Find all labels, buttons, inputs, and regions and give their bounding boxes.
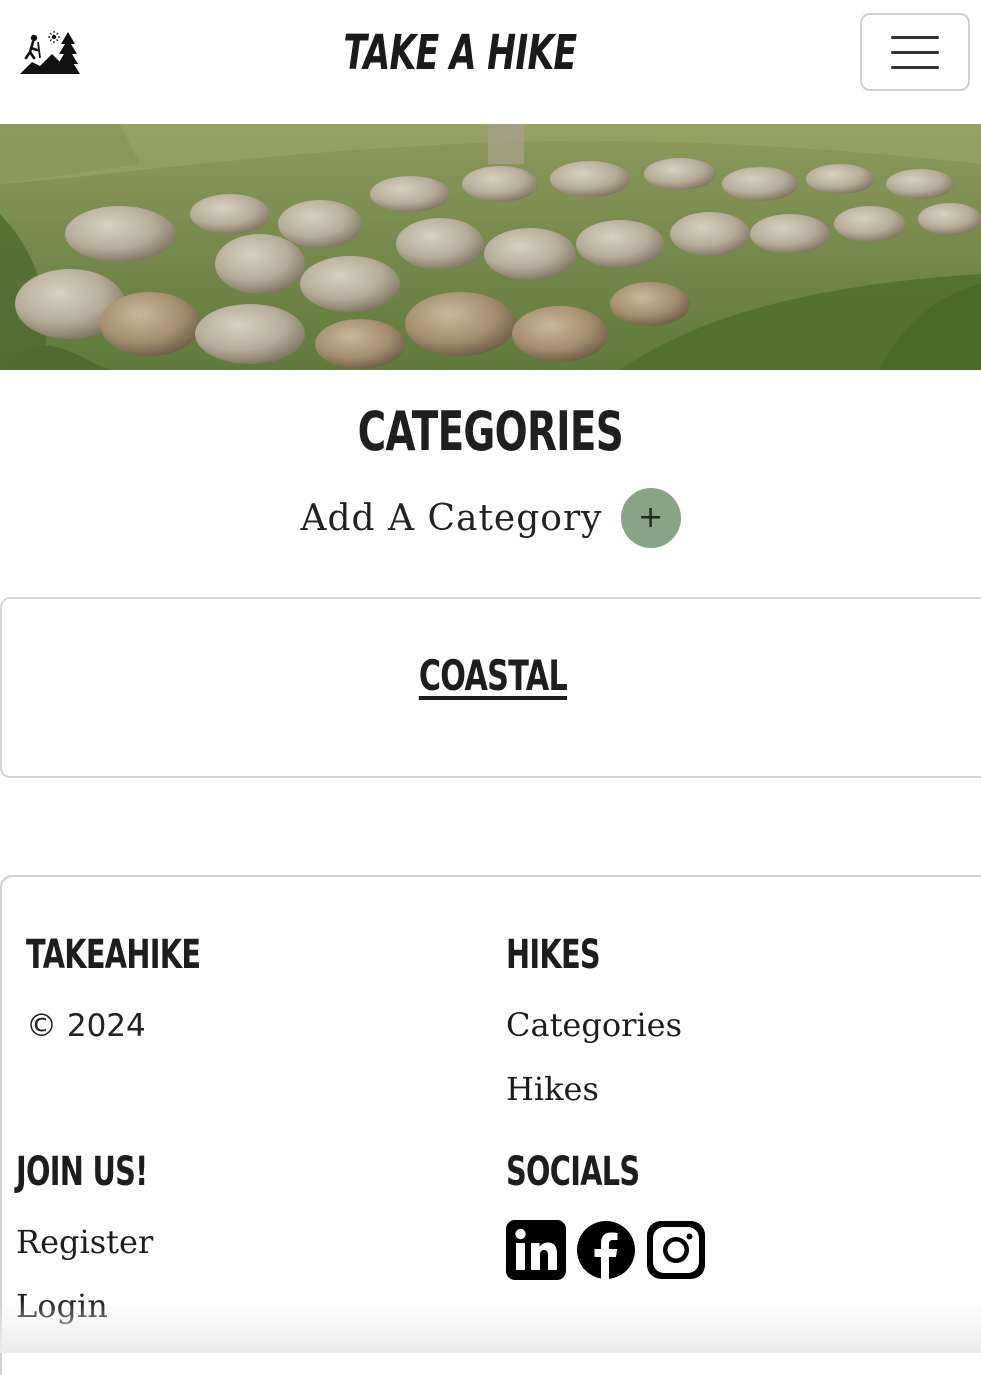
facebook-icon xyxy=(577,1221,635,1279)
hamburger-menu-icon-bar xyxy=(891,65,939,69)
footer-hikes-heading-text: HIKES xyxy=(506,932,601,978)
footer-socials-heading-text: SOCIALS xyxy=(506,1149,640,1195)
footer-link-login[interactable]: Login xyxy=(16,1287,108,1325)
linkedin-link[interactable] xyxy=(506,1220,566,1280)
category-link-wrapper: COASTAL xyxy=(2,651,981,700)
category-card: COASTAL xyxy=(0,597,981,778)
brand-title[interactable]: TAKE A HIKE xyxy=(270,18,650,88)
instagram-link[interactable] xyxy=(646,1220,706,1280)
footer-join-heading-text: JOIN US! xyxy=(16,1149,148,1195)
brand-title-text: TAKE A HIKE xyxy=(343,25,577,81)
top-navbar: TAKE A HIKE xyxy=(0,0,981,124)
footer-link-categories[interactable]: Categories xyxy=(506,1006,682,1044)
plus-icon: + xyxy=(637,500,664,535)
page-title: CATEGORIES xyxy=(0,400,981,463)
add-category-row: Add A Category + xyxy=(0,486,981,550)
copyright-text: © 2024 xyxy=(26,1008,146,1044)
add-category-label: Add A Category xyxy=(300,497,603,539)
footer-link-register[interactable]: Register xyxy=(16,1223,153,1261)
hero-image xyxy=(0,124,981,370)
hamburger-menu-button[interactable] xyxy=(860,13,970,91)
add-category-button[interactable]: + xyxy=(620,488,681,548)
home-logo-link[interactable] xyxy=(18,28,82,76)
social-links xyxy=(506,1220,706,1280)
footer-link-hikes[interactable]: Hikes xyxy=(506,1070,599,1108)
footer-brand-heading: TAKEAHIKE xyxy=(26,932,268,978)
category-link-coastal[interactable]: COASTAL xyxy=(418,651,567,700)
page-title-text: CATEGORIES xyxy=(357,400,624,463)
facebook-link[interactable] xyxy=(576,1220,636,1280)
footer-join-heading: JOIN US! xyxy=(16,1149,199,1195)
linkedin-icon xyxy=(506,1220,566,1280)
footer-hikes-heading: HIKES xyxy=(506,932,637,978)
hamburger-menu-icon xyxy=(891,35,939,39)
footer-brand-heading-text: TAKEAHIKE xyxy=(26,932,201,978)
footer-socials-heading: SOCIALS xyxy=(506,1149,691,1195)
stone-wall-hillside-photo xyxy=(0,124,981,370)
instagram-icon xyxy=(647,1221,705,1279)
hamburger-menu-icon-bar xyxy=(891,50,939,54)
hiker-trees-logo-icon xyxy=(20,31,80,74)
